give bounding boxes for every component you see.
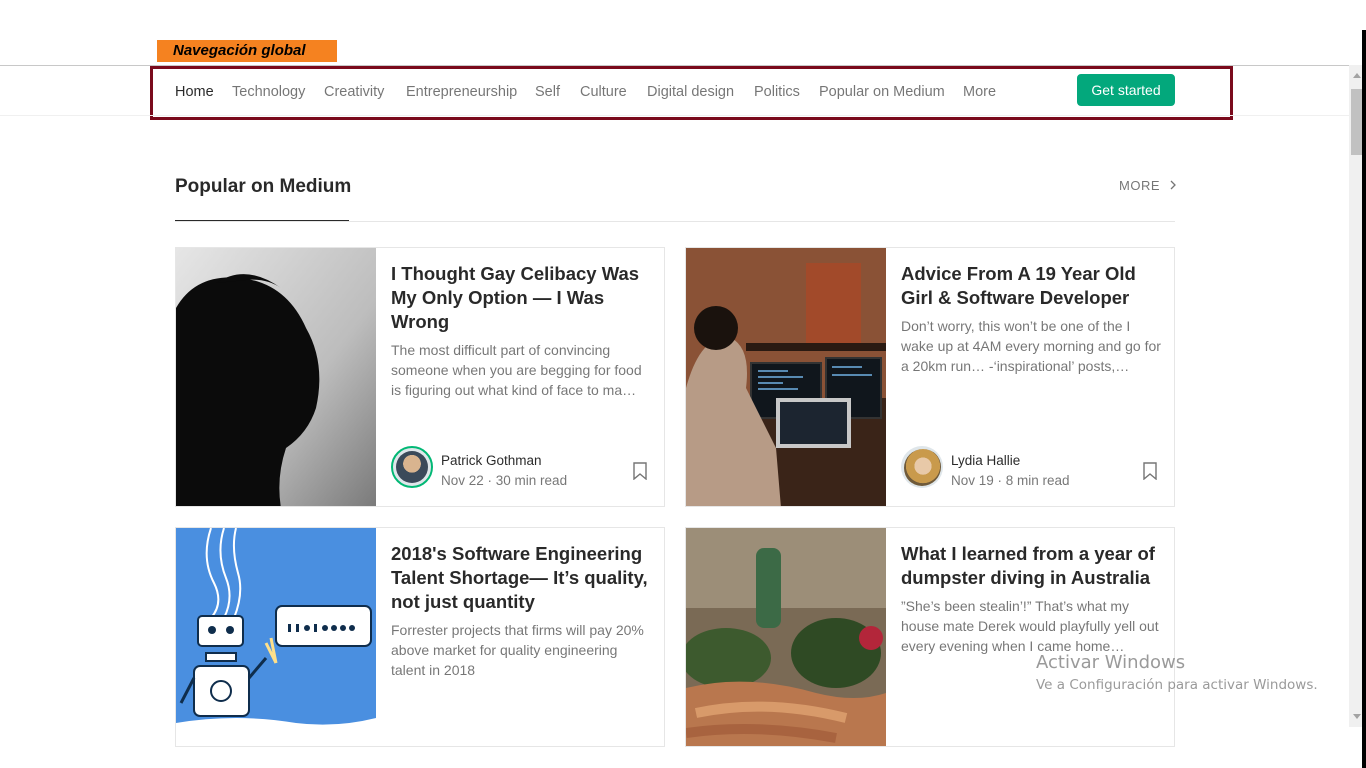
story-title[interactable]: 2018's Software Engineering Talent Short… bbox=[391, 542, 651, 614]
section-more-label: MORE bbox=[1119, 178, 1160, 193]
windows-activation-subtitle: Ve a Configuración para activar Windows. bbox=[1036, 677, 1318, 693]
story-image[interactable] bbox=[686, 528, 886, 746]
story-excerpt[interactable]: Don’t worry, this won’t be one of the I … bbox=[901, 316, 1161, 376]
bookmark-icon[interactable] bbox=[633, 462, 647, 481]
nav-item-popular-on-medium[interactable]: Popular on Medium bbox=[819, 83, 945, 101]
story-card: What I learned from a year of dumpster d… bbox=[685, 527, 1175, 747]
story-date: Nov 19 bbox=[951, 473, 994, 488]
nav-item-technology[interactable]: Technology bbox=[232, 83, 305, 101]
read-time: 30 min read bbox=[495, 473, 568, 488]
scroll-down-icon[interactable] bbox=[1353, 714, 1361, 719]
story-image[interactable] bbox=[686, 248, 886, 506]
nav-item-culture[interactable]: Culture bbox=[580, 83, 627, 101]
story-title[interactable]: What I learned from a year of dumpster d… bbox=[901, 542, 1161, 590]
nav-item-politics[interactable]: Politics bbox=[754, 83, 800, 101]
author-row: Lydia Hallie Nov 19 · 8 min read bbox=[901, 446, 1161, 492]
story-meta: Nov 22 · 30 min read bbox=[441, 473, 568, 488]
section-title-underline bbox=[175, 220, 349, 221]
author-row: Patrick Gothman Nov 22 · 30 min read bbox=[391, 446, 651, 492]
nav-item-more[interactable]: More bbox=[963, 83, 996, 101]
get-started-button[interactable]: Get started bbox=[1077, 74, 1175, 106]
story-excerpt[interactable]: ”She’s been stealin’!” That’s what my ho… bbox=[901, 596, 1161, 656]
story-meta: Nov 19 · 8 min read bbox=[951, 473, 1070, 488]
nav-divider bbox=[0, 115, 1352, 116]
nav-item-digital-design[interactable]: Digital design bbox=[647, 83, 734, 101]
story-title[interactable]: Advice From A 19 Year Old Girl & Softwar… bbox=[901, 262, 1161, 310]
story-card: Advice From A 19 Year Old Girl & Softwar… bbox=[685, 247, 1175, 507]
section-divider bbox=[175, 221, 1175, 222]
nav-item-home[interactable]: Home bbox=[175, 83, 214, 101]
story-date: Nov 22 bbox=[441, 473, 484, 488]
nav-item-creativity[interactable]: Creativity bbox=[324, 83, 384, 101]
section-more-link[interactable]: MORE bbox=[1119, 178, 1177, 193]
story-image[interactable] bbox=[176, 248, 376, 506]
story-excerpt[interactable]: The most difficult part of convincing so… bbox=[391, 340, 651, 400]
author-name[interactable]: Patrick Gothman bbox=[441, 453, 542, 468]
author-name[interactable]: Lydia Hallie bbox=[951, 453, 1020, 468]
global-navigation: Home Technology Creativity Entrepreneurs… bbox=[150, 66, 1233, 120]
nav-item-self[interactable]: Self bbox=[535, 83, 560, 101]
nav-item-entrepreneurship[interactable]: Entrepreneurship bbox=[406, 83, 517, 101]
avatar[interactable] bbox=[391, 446, 433, 488]
story-card: 2018's Software Engineering Talent Short… bbox=[175, 527, 665, 747]
window-edge bbox=[1362, 0, 1366, 768]
story-card: I Thought Gay Celibacy Was My Only Optio… bbox=[175, 247, 665, 507]
story-image[interactable] bbox=[176, 528, 376, 746]
story-excerpt[interactable]: Forrester projects that firms will pay 2… bbox=[391, 620, 651, 680]
windows-activation-title: Activar Windows bbox=[1036, 652, 1186, 673]
annotation-label: Navegación global bbox=[157, 40, 337, 62]
section-title: Popular on Medium bbox=[175, 176, 352, 197]
window-edge-top bbox=[1362, 0, 1366, 30]
chevron-right-icon bbox=[1170, 178, 1177, 193]
read-time: 8 min read bbox=[1005, 473, 1070, 488]
scroll-up-icon[interactable] bbox=[1353, 73, 1361, 78]
story-title[interactable]: I Thought Gay Celibacy Was My Only Optio… bbox=[391, 262, 651, 334]
avatar[interactable] bbox=[901, 446, 943, 488]
bookmark-icon[interactable] bbox=[1143, 462, 1157, 481]
